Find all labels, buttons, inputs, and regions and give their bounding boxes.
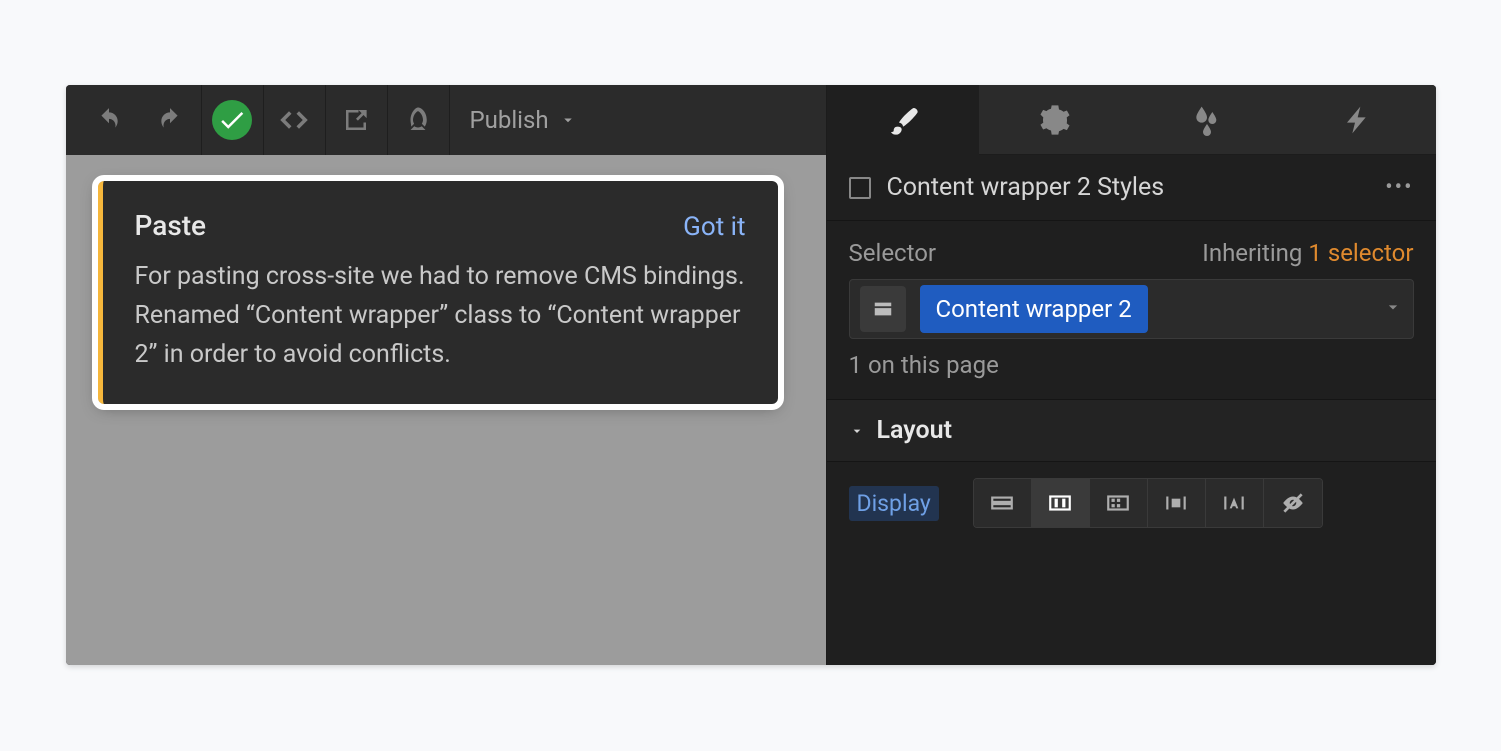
selector-dropdown-caret[interactable] — [1383, 295, 1403, 323]
display-none-icon — [1280, 490, 1306, 516]
display-block-icon — [989, 490, 1015, 516]
status-button[interactable] — [202, 85, 264, 155]
display-grid-icon — [1105, 490, 1131, 516]
inheriting-label: Inheriting — [1202, 239, 1308, 267]
display-button-group — [973, 478, 1323, 528]
undo-button[interactable] — [78, 85, 140, 155]
droplets-icon — [1191, 104, 1223, 136]
display-inline-button[interactable] — [1206, 479, 1264, 527]
check-icon — [212, 100, 252, 140]
display-inline-block-button[interactable] — [1148, 479, 1206, 527]
disclosure-triangle-icon — [849, 417, 865, 445]
selector-scope-icon — [872, 298, 894, 320]
main-area: Publish Paste Got it For pasting cross-s… — [66, 85, 826, 665]
panel-body: Content wrapper 2 Styles ••• Selector In… — [827, 155, 1436, 665]
display-block-button[interactable] — [974, 479, 1032, 527]
display-row: Display — [827, 462, 1436, 544]
publish-button[interactable]: Publish — [450, 85, 597, 155]
undo-icon — [96, 107, 122, 133]
inheriting-info[interactable]: Inheriting 1 selector — [1202, 239, 1413, 267]
selector-label: Selector — [849, 239, 937, 267]
rocket-icon — [403, 105, 433, 135]
element-icon — [849, 177, 871, 199]
instance-count: 1 on this page — [827, 351, 1436, 399]
export-button[interactable] — [326, 85, 388, 155]
toast-title: Paste — [135, 209, 207, 242]
style-panel: Content wrapper 2 Styles ••• Selector In… — [826, 85, 1436, 665]
toast-dismiss-button[interactable]: Got it — [683, 212, 745, 242]
inheriting-count: 1 selector — [1308, 239, 1413, 267]
launch-button[interactable] — [388, 85, 450, 155]
tab-effects[interactable] — [1283, 85, 1435, 155]
display-grid-button[interactable] — [1090, 479, 1148, 527]
gear-icon — [1039, 104, 1071, 136]
redo-button[interactable] — [140, 85, 202, 155]
display-label[interactable]: Display — [849, 486, 939, 521]
styles-header-row: Content wrapper 2 Styles ••• — [827, 155, 1436, 221]
export-icon — [341, 105, 371, 135]
toast-body: For pasting cross-site we had to remove … — [135, 258, 746, 374]
selector-class-chip[interactable]: Content wrapper 2 — [920, 285, 1148, 333]
display-none-button[interactable] — [1264, 479, 1322, 527]
display-inline-block-icon — [1163, 490, 1189, 516]
tab-settings[interactable] — [979, 85, 1131, 155]
display-flex-icon — [1047, 490, 1073, 516]
bolt-icon — [1343, 104, 1375, 136]
tab-interactions[interactable] — [1131, 85, 1283, 155]
selector-scope-button[interactable] — [860, 286, 906, 332]
styles-title: Content wrapper 2 Styles — [887, 173, 1165, 202]
selector-header: Selector Inheriting 1 selector — [827, 221, 1436, 279]
display-inline-icon — [1221, 490, 1247, 516]
display-flex-button[interactable] — [1032, 479, 1090, 527]
layout-section-title: Layout — [877, 416, 953, 445]
top-toolbar: Publish — [66, 85, 826, 155]
chevron-down-icon — [559, 111, 577, 129]
publish-label: Publish — [470, 106, 549, 134]
code-button[interactable] — [264, 85, 326, 155]
app-frame: Publish Paste Got it For pasting cross-s… — [66, 85, 1436, 665]
brush-icon — [887, 104, 919, 136]
toast-line-2: Renamed “Content wrapper” class to “Cont… — [135, 297, 746, 375]
paste-toast: Paste Got it For pasting cross-site we h… — [98, 181, 778, 404]
more-menu-button[interactable]: ••• — [1385, 175, 1413, 200]
toast-line-1: For pasting cross-site we had to remove … — [135, 258, 746, 297]
caret-down-icon — [1383, 297, 1403, 317]
tab-style[interactable] — [827, 85, 979, 155]
redo-icon — [157, 107, 183, 133]
code-icon — [279, 105, 309, 135]
selector-field[interactable]: Content wrapper 2 — [849, 279, 1414, 339]
canvas-area: Paste Got it For pasting cross-site we h… — [66, 155, 826, 430]
layout-section-header[interactable]: Layout — [827, 399, 1436, 462]
panel-tabs — [827, 85, 1436, 155]
